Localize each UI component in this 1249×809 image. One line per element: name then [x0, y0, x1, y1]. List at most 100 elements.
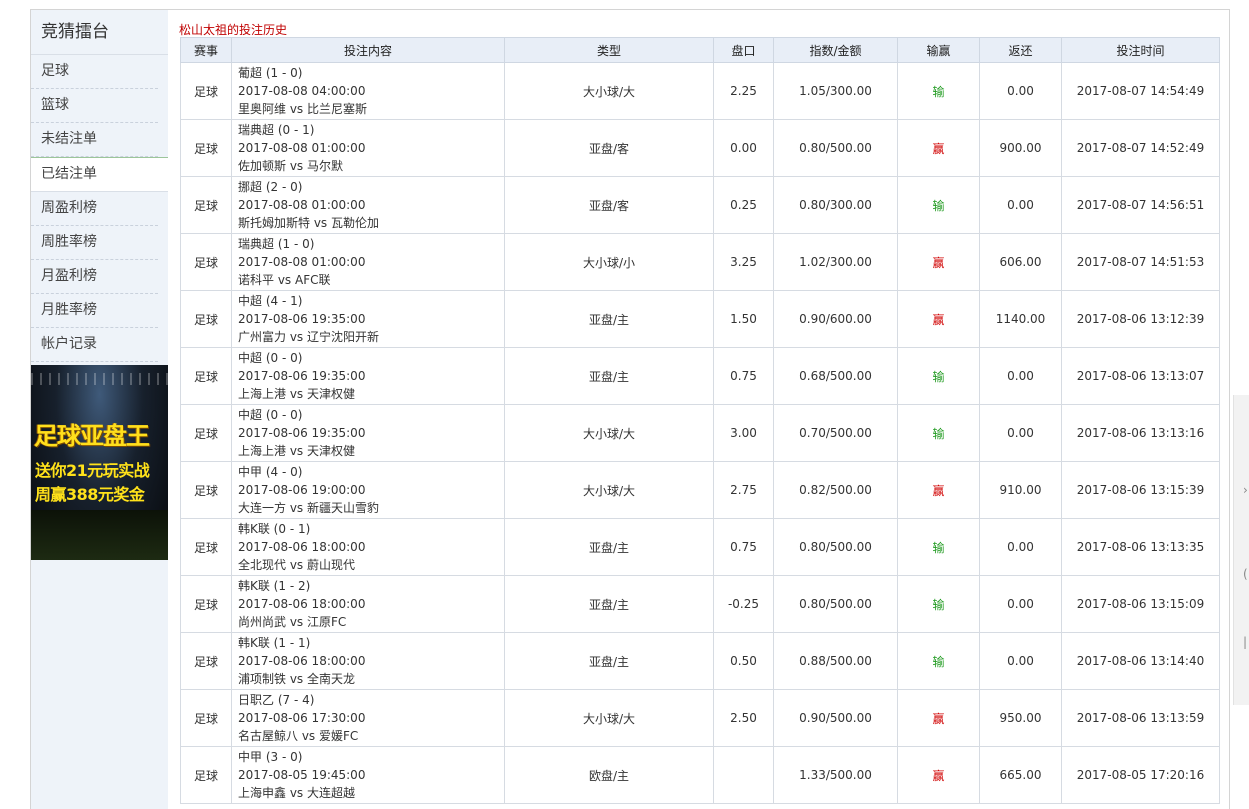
- match-league-score: 挪超 (2 - 0): [238, 180, 303, 194]
- column-header-odds-amount: 指数/金额: [773, 37, 898, 63]
- cell-handicap: 0.25: [713, 176, 774, 234]
- cell-type: 亚盘/主: [504, 575, 714, 633]
- cell-odds-amount: 0.80/300.00: [773, 176, 898, 234]
- sidebar-item-open-bets[interactable]: 未结注单: [31, 123, 158, 157]
- cell-bet-time: 2017-08-06 13:12:39: [1061, 290, 1220, 348]
- column-header-bet-time: 投注时间: [1061, 37, 1220, 63]
- cell-type: 大小球/大: [504, 62, 714, 120]
- match-teams: 广州富力 vs 辽宁沈阳开新: [238, 330, 379, 344]
- match-kickoff-time: 2017-08-05 19:45:00: [238, 768, 366, 782]
- match-teams: 诺科平 vs AFC联: [238, 273, 331, 287]
- cell-return: 0.00: [979, 518, 1062, 576]
- cell-sport: 足球: [180, 233, 232, 291]
- match-kickoff-time: 2017-08-06 18:00:00: [238, 540, 366, 554]
- cell-odds-amount: 0.90/500.00: [773, 689, 898, 747]
- table-row: 足球 中甲 (4 - 0) 2017-08-06 19:00:00 大连一方 vs 新…: [180, 461, 1220, 519]
- match-kickoff-time: 2017-08-06 19:35:00: [238, 426, 366, 440]
- match-kickoff-time: 2017-08-08 01:00:00: [238, 141, 366, 155]
- widget-glyph-2: (: [1243, 567, 1248, 581]
- sidebar-item-weekly-profit-rank[interactable]: 周盈利榜: [31, 192, 158, 226]
- cell-odds-amount: 0.80/500.00: [773, 119, 898, 177]
- cell-result: 赢: [897, 290, 980, 348]
- sidebar-item-basketball[interactable]: 篮球: [31, 89, 158, 123]
- result-badge: 输: [932, 369, 945, 384]
- cell-result: 赢: [897, 119, 980, 177]
- column-header-content: 投注内容: [231, 37, 505, 63]
- sidebar-item-football[interactable]: 足球: [31, 55, 158, 89]
- result-badge: 输: [932, 84, 945, 99]
- cell-sport: 足球: [180, 746, 232, 804]
- match-league-score: 中超 (0 - 0): [238, 351, 303, 365]
- cell-handicap: 3.25: [713, 233, 774, 291]
- promo-banner[interactable]: 足球亚盘王 送你21元玩实战 周赢388元奖金: [31, 365, 168, 560]
- column-header-type: 类型: [504, 37, 714, 63]
- sidebar-item-settled-bets[interactable]: 已结注单: [31, 157, 168, 192]
- cell-odds-amount: 1.02/300.00: [773, 233, 898, 291]
- cell-sport: 足球: [180, 290, 232, 348]
- sidebar-item-weekly-winrate-rank[interactable]: 周胜率榜: [31, 226, 158, 260]
- cell-sport: 足球: [180, 404, 232, 462]
- banner-line-3: 周赢388元奖金: [35, 485, 145, 504]
- cell-content: 中超 (0 - 0) 2017-08-06 19:35:00 上海上港 vs 天津权…: [231, 347, 505, 405]
- cell-odds-amount: 1.33/500.00: [773, 746, 898, 804]
- cell-odds-amount: 0.82/500.00: [773, 461, 898, 519]
- cell-handicap: 0.00: [713, 119, 774, 177]
- cell-bet-time: 2017-08-06 13:15:39: [1061, 461, 1220, 519]
- match-league-score: 韩K联 (1 - 1): [238, 636, 311, 650]
- match-kickoff-time: 2017-08-08 01:00:00: [238, 255, 366, 269]
- match-league-score: 葡超 (1 - 0): [238, 66, 303, 80]
- cell-odds-amount: 0.80/500.00: [773, 518, 898, 576]
- cell-type: 欧盘/主: [504, 746, 714, 804]
- match-teams: 尚州尚武 vs 江原FC: [238, 615, 347, 629]
- column-header-return: 返还: [979, 37, 1062, 63]
- cell-result: 输: [897, 404, 980, 462]
- match-teams: 名古屋鲸八 vs 爱媛FC: [238, 729, 359, 743]
- table-row: 足球 瑞典超 (1 - 0) 2017-08-08 01:00:00 诺科平 vs A…: [180, 233, 1220, 291]
- match-teams: 大连一方 vs 新疆天山雪豹: [238, 501, 379, 515]
- table-row: 足球 葡超 (1 - 0) 2017-08-08 04:00:00 里奥阿维 vs 比…: [180, 62, 1220, 120]
- sidebar-item-account-records[interactable]: 帐户记录: [31, 328, 158, 362]
- table-row: 足球 挪超 (2 - 0) 2017-08-08 01:00:00 斯托姆加斯特 vs…: [180, 176, 1220, 234]
- cell-result: 赢: [897, 233, 980, 291]
- cell-odds-amount: 0.68/500.00: [773, 347, 898, 405]
- cell-content: 韩K联 (1 - 2) 2017-08-06 18:00:00 尚州尚武 vs 江原…: [231, 575, 505, 633]
- result-badge: 赢: [932, 312, 945, 327]
- cell-type: 亚盘/客: [504, 176, 714, 234]
- result-badge: 输: [932, 597, 945, 612]
- cell-return: 900.00: [979, 119, 1062, 177]
- result-badge: 赢: [932, 768, 945, 783]
- stadium-lights-decoration: [31, 373, 168, 385]
- match-kickoff-time: 2017-08-06 19:35:00: [238, 369, 366, 383]
- cell-result: 输: [897, 176, 980, 234]
- cell-handicap: 1.50: [713, 290, 774, 348]
- cell-odds-amount: 0.88/500.00: [773, 632, 898, 690]
- banner-line-2: 送你21元玩实战: [35, 461, 150, 480]
- banner-turf-decoration: [31, 510, 168, 560]
- cell-content: 韩K联 (1 - 1) 2017-08-06 18:00:00 浦项制铁 vs 全南…: [231, 632, 505, 690]
- match-teams: 里奥阿维 vs 比兰尼塞斯: [238, 102, 367, 116]
- table-row: 足球 韩K联 (1 - 1) 2017-08-06 18:00:00 浦项制铁 vs …: [180, 632, 1220, 690]
- cell-handicap: 3.00: [713, 404, 774, 462]
- match-kickoff-time: 2017-08-08 01:00:00: [238, 198, 366, 212]
- cell-result: 赢: [897, 746, 980, 804]
- cell-odds-amount: 0.80/500.00: [773, 575, 898, 633]
- match-teams: 浦项制铁 vs 全南天龙: [238, 672, 355, 686]
- cell-handicap: [713, 746, 774, 804]
- cell-bet-time: 2017-08-07 14:54:49: [1061, 62, 1220, 120]
- match-league-score: 日职乙 (7 - 4): [238, 693, 315, 707]
- match-league-score: 中甲 (3 - 0): [238, 750, 303, 764]
- cell-type: 亚盘/主: [504, 632, 714, 690]
- cell-bet-time: 2017-08-07 14:56:51: [1061, 176, 1220, 234]
- cell-handicap: -0.25: [713, 575, 774, 633]
- match-league-score: 中超 (4 - 1): [238, 294, 303, 308]
- cell-result: 输: [897, 518, 980, 576]
- sidebar-item-monthly-winrate-rank[interactable]: 月胜率榜: [31, 294, 158, 328]
- cell-handicap: 2.75: [713, 461, 774, 519]
- side-float-widget[interactable]: › ( |: [1233, 395, 1249, 705]
- cell-return: 0.00: [979, 347, 1062, 405]
- cell-result: 输: [897, 632, 980, 690]
- cell-bet-time: 2017-08-06 13:15:09: [1061, 575, 1220, 633]
- table-row: 足球 韩K联 (1 - 2) 2017-08-06 18:00:00 尚州尚武 vs …: [180, 575, 1220, 633]
- cell-result: 输: [897, 575, 980, 633]
- sidebar-item-monthly-profit-rank[interactable]: 月盈利榜: [31, 260, 158, 294]
